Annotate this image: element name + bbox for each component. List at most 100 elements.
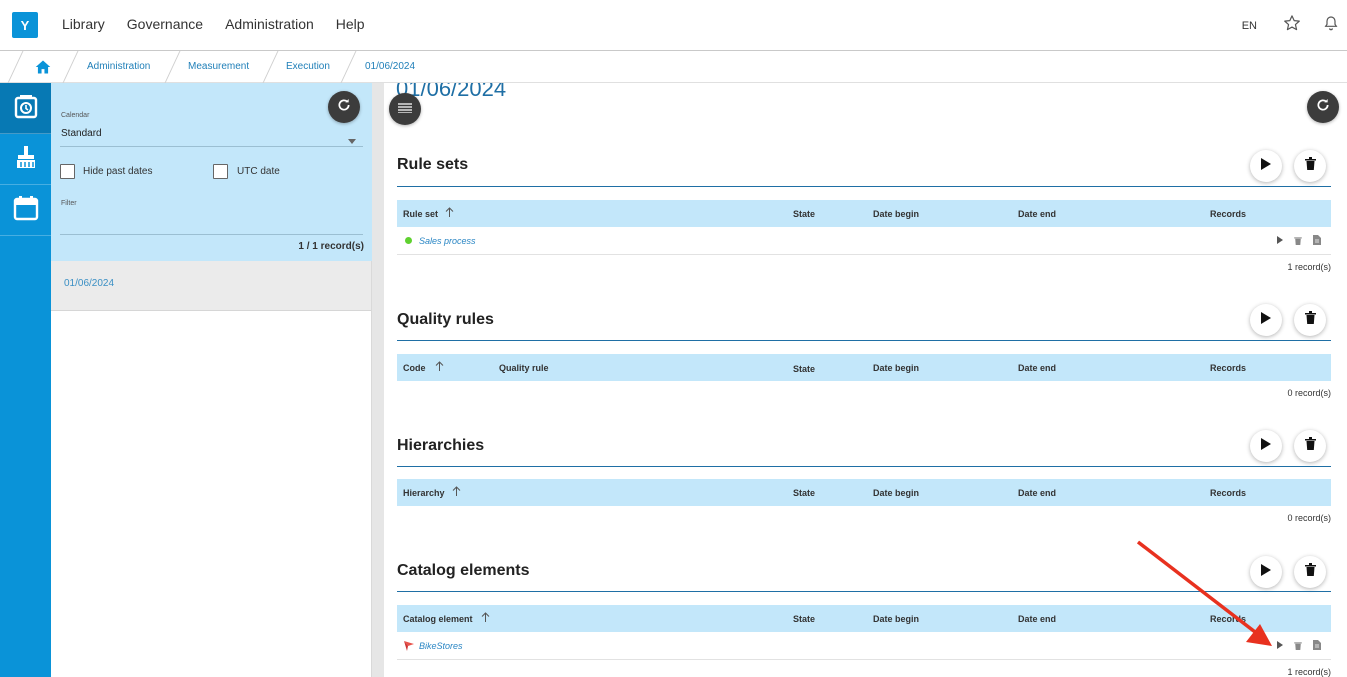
breadcrumb-date[interactable]: 01/06/2024 [365, 61, 415, 72]
col-state[interactable]: State [793, 488, 815, 498]
quality-rules-table-header: Code Quality rule State Date begin Date … [397, 354, 1331, 381]
annotation-arrow-icon [1136, 540, 1272, 646]
top-bar: Y Library Governance Administration Help… [0, 0, 1347, 51]
rule-sets-table-header: Rule set State Date begin Date end Recor… [397, 200, 1331, 227]
catalog-delete-button[interactable] [1294, 556, 1326, 588]
filter-input[interactable] [60, 234, 363, 235]
hierarchies-delete-button[interactable] [1294, 430, 1326, 462]
home-icon[interactable] [34, 59, 52, 80]
col-rule-set[interactable]: Rule set [403, 209, 438, 219]
col-date-begin[interactable]: Date begin [873, 488, 919, 498]
sort-up-icon[interactable] [435, 361, 444, 373]
bell-icon[interactable] [1323, 14, 1339, 37]
hierarchies-run-button[interactable] [1250, 430, 1282, 462]
col-records[interactable]: Records [1210, 488, 1246, 498]
rule-sets-delete-button[interactable] [1294, 150, 1326, 182]
meter-icon [13, 93, 39, 124]
main-menu: Library Governance Administration Help [62, 16, 365, 32]
col-state[interactable]: State [793, 209, 815, 219]
menu-governance[interactable]: Governance [127, 16, 203, 32]
rail-measurement[interactable] [0, 83, 51, 134]
list-item-date: 01/06/2024 [64, 278, 115, 289]
calendar-underline [60, 146, 363, 147]
section-rule [397, 340, 1331, 341]
breadcrumb-separator [340, 51, 357, 83]
col-date-end[interactable]: Date end [1018, 363, 1056, 373]
document-icon[interactable] [1313, 640, 1321, 652]
col-catalog-element[interactable]: Catalog element [403, 614, 473, 624]
dataset-icon [403, 640, 415, 653]
main-content: 01/06/2024 Rule sets Rule set State Date… [384, 83, 1347, 677]
sort-up-icon[interactable] [452, 486, 461, 498]
menu-library[interactable]: Library [62, 16, 105, 32]
menu-help[interactable]: Help [336, 16, 365, 32]
list-item[interactable]: 01/06/2024 [51, 261, 371, 311]
col-code[interactable]: Code [403, 363, 426, 373]
rule-sets-run-button[interactable] [1250, 150, 1282, 182]
menu-toggle-button[interactable] [389, 93, 421, 125]
catalog-elements-title: Catalog elements [397, 562, 530, 579]
col-state[interactable]: State [793, 614, 815, 624]
calendar-select[interactable]: Standard [61, 128, 102, 139]
hierarchies-title: Hierarchies [397, 437, 485, 454]
quality-rules-count: 0 record(s) [1287, 388, 1331, 398]
panel-splitter[interactable] [372, 83, 384, 677]
sort-up-icon[interactable] [481, 612, 490, 624]
col-date-begin[interactable]: Date begin [873, 209, 919, 219]
hierarchies-table-header: Hierarchy State Date begin Date end Reco… [397, 479, 1331, 506]
col-date-end[interactable]: Date end [1018, 614, 1056, 624]
rail-calendar[interactable] [0, 185, 51, 236]
col-date-begin[interactable]: Date begin [873, 614, 919, 624]
document-icon[interactable] [1313, 235, 1321, 247]
quality-rules-run-button[interactable] [1250, 304, 1282, 336]
col-date-begin[interactable]: Date begin [873, 363, 919, 373]
col-quality-rule[interactable]: Quality rule [499, 363, 549, 373]
col-records[interactable]: Records [1210, 209, 1246, 219]
trash-icon[interactable] [1294, 641, 1302, 652]
quality-rules-title: Quality rules [397, 311, 494, 328]
calendar-panel: Calendar Standard Hide past dates UTC da… [51, 83, 372, 677]
list-icon [398, 100, 412, 118]
filter-label: Filter [61, 200, 77, 207]
rule-sets-title: Rule sets [397, 156, 469, 173]
refresh-button[interactable] [328, 91, 360, 123]
top-right-tools: EN [1242, 14, 1339, 37]
col-date-end[interactable]: Date end [1018, 209, 1056, 219]
catalog-element-name[interactable]: BikeStores [419, 641, 463, 651]
play-icon[interactable] [1277, 236, 1283, 246]
breadcrumb-administration[interactable]: Administration [87, 61, 150, 72]
col-date-end[interactable]: Date end [1018, 488, 1056, 498]
hide-past-dates-label: Hide past dates [83, 166, 153, 177]
quality-rules-delete-button[interactable] [1294, 304, 1326, 336]
hierarchies-count: 0 record(s) [1287, 513, 1331, 523]
trash-icon[interactable] [1294, 236, 1302, 247]
col-state[interactable]: State [793, 364, 815, 374]
utc-date-checkbox[interactable] [213, 164, 228, 179]
play-icon [1261, 437, 1271, 455]
breadcrumb-separator [164, 51, 181, 83]
refresh-icon [1315, 97, 1331, 118]
refresh-icon [336, 97, 352, 118]
rule-sets-count: 1 record(s) [1287, 262, 1331, 272]
table-row[interactable]: Sales process [397, 227, 1331, 255]
main-refresh-button[interactable] [1307, 91, 1339, 123]
menu-administration[interactable]: Administration [225, 16, 314, 32]
breadcrumb-measurement[interactable]: Measurement [188, 61, 249, 72]
rail-cleaning[interactable] [0, 134, 51, 185]
breadcrumb-separator [7, 51, 24, 83]
breadcrumb-execution[interactable]: Execution [286, 61, 330, 72]
col-records[interactable]: Records [1210, 363, 1246, 373]
catalog-count: 1 record(s) [1287, 667, 1331, 677]
sort-up-icon[interactable] [445, 207, 454, 219]
breadcrumb-separator [262, 51, 279, 83]
records-count: 1 / 1 record(s) [298, 241, 364, 252]
app-logo[interactable]: Y [12, 12, 38, 38]
breadcrumb-separator [62, 51, 79, 83]
hide-past-dates-checkbox[interactable] [60, 164, 75, 179]
col-hierarchy[interactable]: Hierarchy [403, 488, 445, 498]
section-rule [397, 186, 1331, 187]
star-icon[interactable] [1283, 14, 1301, 37]
play-icon [1261, 157, 1271, 175]
rule-set-name[interactable]: Sales process [419, 236, 476, 246]
language-selector[interactable]: EN [1242, 20, 1257, 32]
